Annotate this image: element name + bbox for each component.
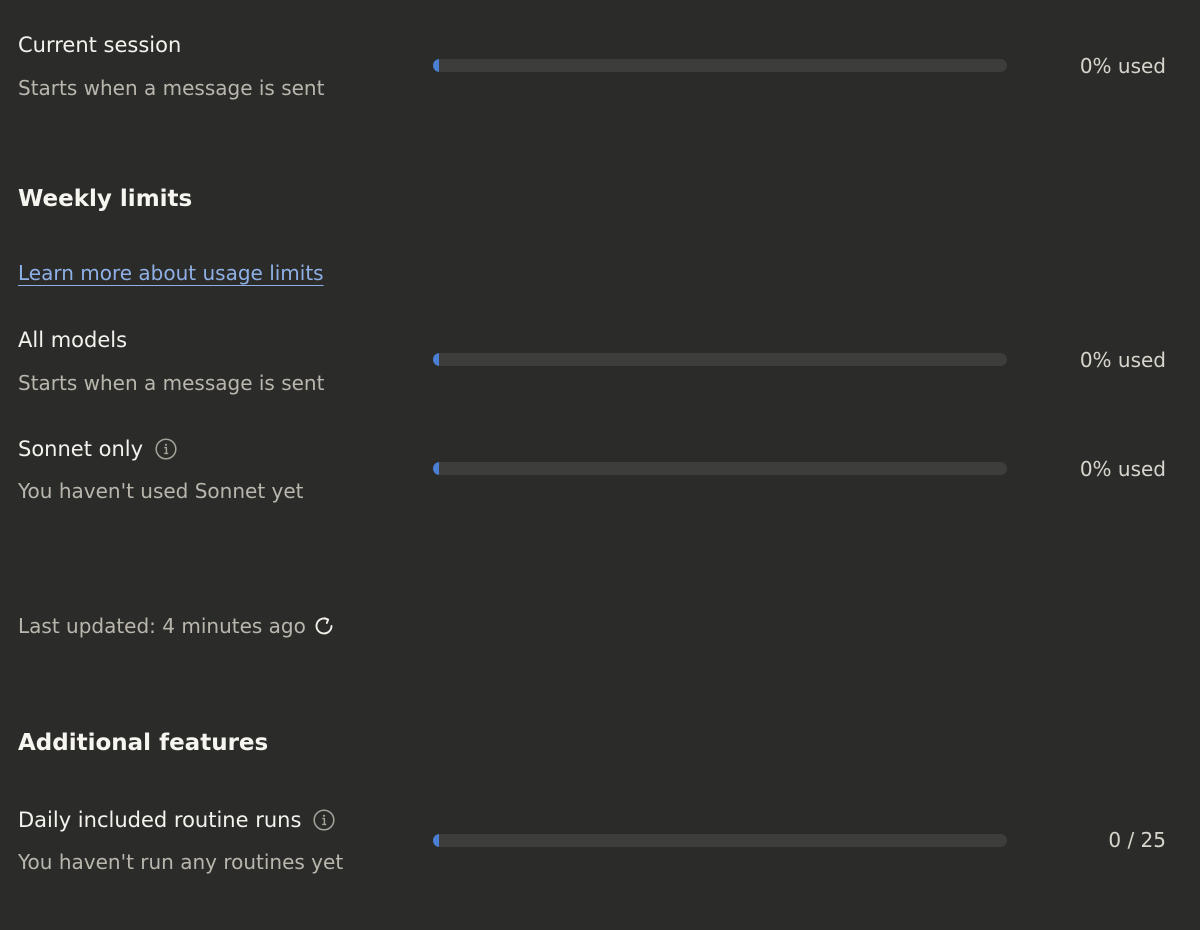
additional-features-heading: Additional features xyxy=(18,730,269,756)
all-models-title-text: All models xyxy=(18,328,128,352)
routine-runs-subtitle: You haven't run any routines yet xyxy=(18,850,344,874)
sonnet-only-subtitle: You haven't used Sonnet yet xyxy=(18,479,304,503)
last-updated-text: Last updated: 4 minutes ago xyxy=(18,614,306,638)
current-session-title-text: Current session xyxy=(18,33,182,57)
sonnet-only-progress-bar xyxy=(433,462,1007,475)
sonnet-only-progress-fill xyxy=(433,462,439,475)
routine-runs-progress-bar xyxy=(433,834,1007,847)
current-session-title: Current session xyxy=(18,33,181,57)
routine-runs-usage-label: 0 / 25 xyxy=(1108,828,1166,852)
sonnet-only-usage-label: 0% used xyxy=(1079,457,1166,481)
all-models-usage-label: 0% used xyxy=(1079,348,1166,372)
current-session-usage-label: 0% used xyxy=(1079,54,1166,78)
all-models-progress-fill xyxy=(433,353,439,366)
all-models-subtitle: Starts when a message is sent xyxy=(18,371,325,395)
sonnet-only-title: Sonnet only xyxy=(18,437,177,461)
info-icon[interactable] xyxy=(313,809,335,831)
current-session-subtitle: Starts when a message is sent xyxy=(18,76,325,100)
all-models-title: All models xyxy=(18,328,127,352)
routine-runs-title-text: Daily included routine runs xyxy=(18,808,302,832)
all-models-progress-bar xyxy=(433,353,1007,366)
learn-more-usage-limits-link[interactable]: Learn more about usage limits xyxy=(18,261,324,285)
sonnet-only-title-text: Sonnet only xyxy=(18,437,144,461)
current-session-progress-fill xyxy=(433,59,439,72)
refresh-icon[interactable] xyxy=(312,614,336,638)
current-session-progress-bar xyxy=(433,59,1007,72)
routine-runs-title: Daily included routine runs xyxy=(18,808,335,832)
weekly-limits-heading: Weekly limits xyxy=(18,186,193,212)
routine-runs-progress-fill xyxy=(433,834,439,847)
info-icon[interactable] xyxy=(155,438,177,460)
